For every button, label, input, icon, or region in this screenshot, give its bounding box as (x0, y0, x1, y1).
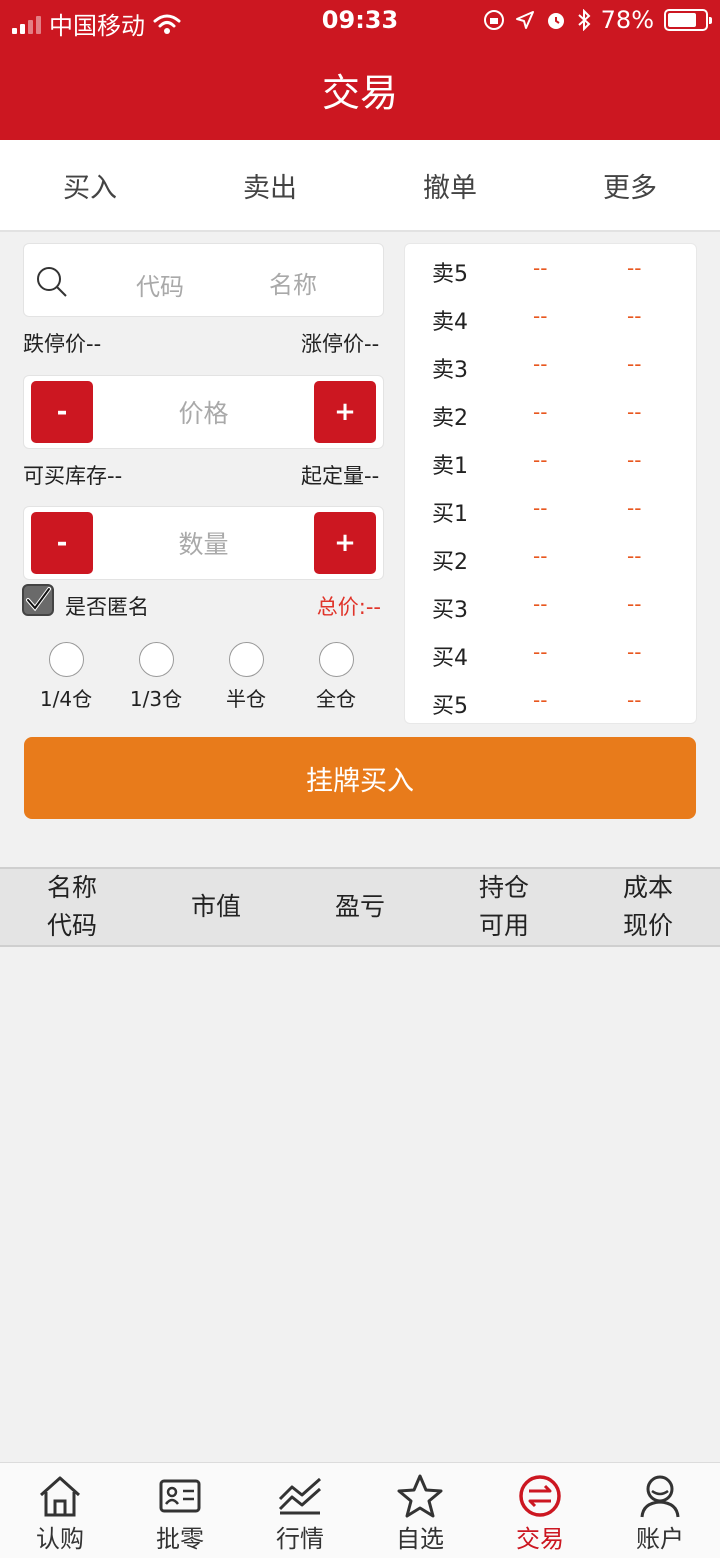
search-name-placeholder: 名称 (269, 271, 317, 299)
user-icon (640, 1475, 680, 1518)
available-stock: 可买库存-- (23, 464, 123, 488)
minimum-quantity: 起定量-- (301, 464, 380, 488)
exchange-icon (519, 1475, 561, 1517)
price-plus-button[interactable]: + (314, 381, 376, 443)
quantity-minus-button[interactable]: - (31, 512, 93, 574)
nav-subscribe[interactable]: 认购 (0, 1463, 120, 1558)
column-holding-available: 持仓 可用 (478, 873, 529, 940)
radio-circle[interactable] (318, 642, 354, 677)
order-book-row: 买2 -- -- (432, 544, 642, 575)
nav-watchlist[interactable]: 自选 (360, 1463, 480, 1558)
position-third[interactable]: 1/3仓 (121, 640, 191, 712)
battery-icon (664, 9, 712, 31)
column-name-code: 名称 代码 (46, 873, 97, 940)
order-book: 卖5 -- -- 卖4 -- -- 卖3 -- -- 卖2 -- -- 卖1 -… (404, 243, 697, 724)
order-book-row: 买3 -- -- (432, 592, 642, 623)
price-stepper: - 价格 + (23, 375, 384, 449)
quantity-stepper: - 数量 + (23, 506, 384, 580)
nav-market[interactable]: 行情 (240, 1463, 360, 1558)
rotation-lock-icon (483, 10, 504, 30)
radio-circle[interactable] (48, 642, 84, 677)
total-price: 总价:-- (316, 595, 381, 619)
stock-search-input[interactable]: 代码 名称 (23, 243, 384, 317)
column-profit-loss: 盈亏 (334, 892, 385, 921)
position-quarter[interactable]: 1/4仓 (31, 640, 101, 712)
column-market-value: 市值 (190, 892, 241, 921)
trade-tabs: 买入 卖出 撤单 更多 (0, 140, 720, 232)
position-ratio-group: 1/4仓 1/3仓 半仓 全仓 (23, 640, 384, 712)
battery-percent: 78% (600, 6, 654, 34)
submit-buy-button[interactable]: 挂牌买入 (24, 737, 696, 819)
anonymous-label: 是否匿名 (65, 595, 149, 619)
column-cost-price: 成本 现价 (622, 873, 673, 940)
tab-buy[interactable]: 买入 (0, 140, 180, 230)
order-book-row: 买5 -- -- (432, 688, 642, 719)
bottom-navigation: 认购 批零 行情 自选 交易 账户 (0, 1462, 720, 1558)
price-input[interactable]: 价格 (94, 376, 313, 448)
app-header: 中国移动 09:33 78% 交易 (0, 0, 720, 140)
holdings-table-header: 名称 代码 市值 盈亏 持仓 可用 成本 现价 (0, 867, 720, 947)
search-icon (37, 267, 67, 297)
limit-down-price: 跌停价-- (23, 332, 102, 356)
tab-sell[interactable]: 卖出 (180, 140, 360, 230)
nav-wholesale[interactable]: 批零 (120, 1463, 240, 1558)
order-book-row: 卖2 -- -- (432, 400, 642, 431)
price-minus-button[interactable]: - (31, 381, 93, 443)
order-book-row: 卖5 -- -- (432, 256, 642, 287)
order-book-row: 卖4 -- -- (432, 304, 642, 335)
radio-circle[interactable] (138, 642, 174, 677)
home-icon (39, 1476, 81, 1517)
order-book-row: 卖1 -- -- (432, 448, 642, 479)
location-icon (515, 11, 534, 29)
position-full[interactable]: 全仓 (301, 640, 371, 712)
star-icon (397, 1474, 443, 1518)
chart-icon (278, 1477, 321, 1515)
quantity-input[interactable]: 数量 (94, 507, 313, 579)
position-half[interactable]: 半仓 (211, 640, 281, 712)
tab-cancel-order[interactable]: 撤单 (360, 140, 540, 230)
status-bar: 中国移动 09:33 78% (0, 0, 720, 40)
order-book-row: 买4 -- -- (432, 640, 642, 671)
radio-circle[interactable] (228, 642, 264, 677)
order-book-row: 卖3 -- -- (432, 352, 642, 383)
id-card-icon (159, 1479, 201, 1513)
search-code-placeholder: 代码 (136, 273, 184, 301)
nav-account[interactable]: 账户 (600, 1463, 720, 1558)
checkmark-icon (26, 587, 51, 612)
quantity-plus-button[interactable]: + (314, 512, 376, 574)
alarm-icon (547, 13, 564, 29)
tab-more[interactable]: 更多 (540, 140, 720, 230)
order-book-row: 买1 -- -- (432, 496, 642, 527)
bluetooth-icon (577, 9, 591, 31)
limit-up-price: 涨停价-- (301, 332, 380, 356)
anonymous-checkbox[interactable] (22, 584, 54, 616)
nav-trade[interactable]: 交易 (480, 1463, 600, 1558)
page-title: 交易 (321, 71, 398, 115)
